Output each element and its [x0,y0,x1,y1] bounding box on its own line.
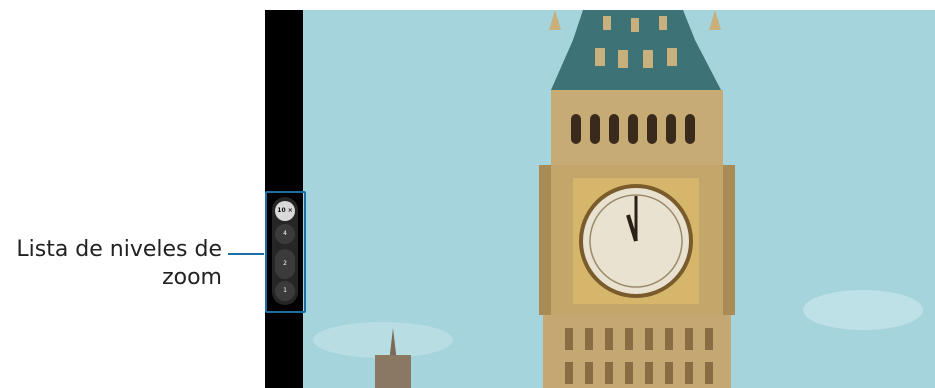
left-buttress [539,165,551,315]
zoom-level-4x-button[interactable]: 4 [275,224,295,244]
right-buttress [723,165,735,315]
zoom-level-1x-button[interactable]: 1 [275,281,295,301]
viewfinder-image [303,10,935,388]
zoom-level-2x-button[interactable]: 2 [275,249,295,279]
camera-screen [265,10,935,388]
camera-viewfinder[interactable] [303,10,935,388]
callout-line-2: zoom [162,265,222,290]
distant-spire-base [375,355,411,388]
zoom-level-list: 10 × 4 2 1 [272,197,298,305]
screenshot-stage: Lista de niveles de zoom 10 × 4 2 1 [0,0,935,388]
cloud [803,290,923,330]
cloud [313,322,453,358]
zoom-levels-callout: Lista de niveles de zoom [0,236,222,292]
zoom-level-10x-button[interactable]: 10 × [275,201,295,221]
callout-leader-line [228,253,264,255]
callout-line-1: Lista de niveles de [16,237,222,262]
